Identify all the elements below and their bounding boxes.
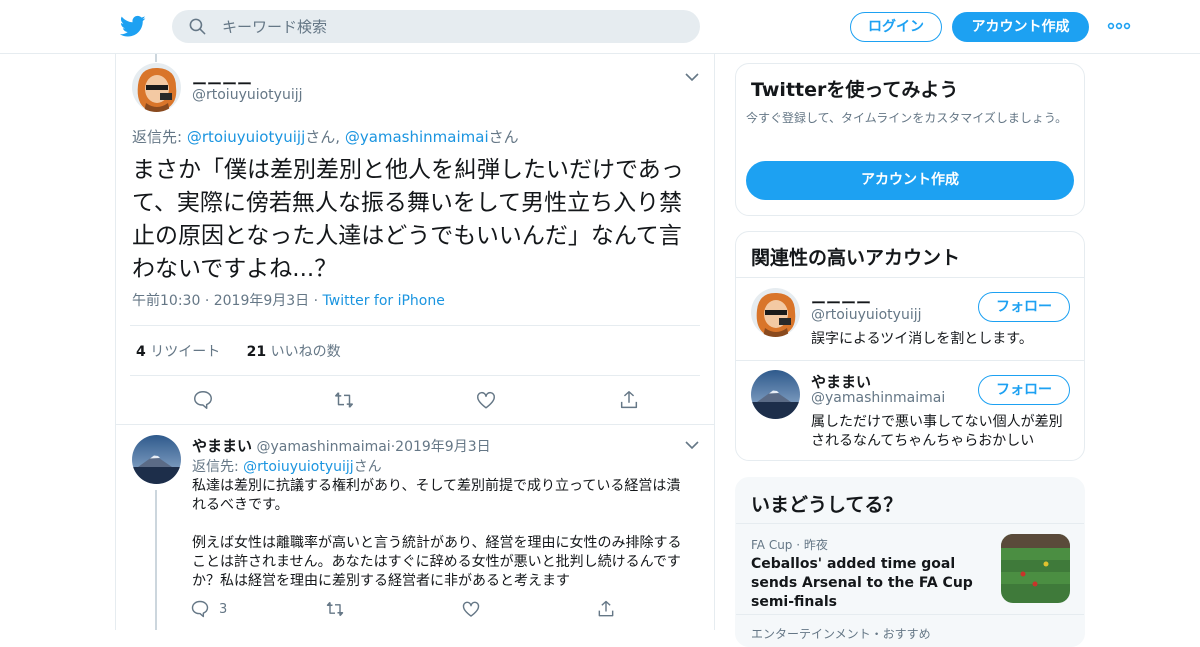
create-account-button[interactable]: アカウント作成 (746, 161, 1074, 200)
account-bio: 属しただけで悪い事してない個人が差別されるなんてちゃんちゃらおかしい (811, 414, 1063, 449)
account-handle[interactable]: @rtoiuyuiotyuijj (811, 307, 922, 323)
avatar[interactable] (132, 435, 181, 484)
reply-mention-link[interactable]: @rtoiuyuiotyuijj (187, 128, 305, 146)
trend-headline: Ceballos' added time goal sends Arsenal … (751, 556, 973, 610)
trends-card: いまどうしてる？ FA Cup · 昨夜 Ceballos' added tim… (735, 477, 1085, 647)
reply-icon[interactable] (190, 599, 210, 619)
tweet-date[interactable]: 2019年9月3日 (395, 439, 490, 455)
cartoon-character-avatar-icon (132, 63, 181, 112)
tweet-date[interactable]: 2019年9月3日 (214, 293, 309, 309)
like-label: いいねの数 (270, 344, 341, 360)
trend-category: FA Cup (751, 538, 793, 552)
trend-thumbnail (1001, 534, 1070, 603)
retweet-icon[interactable] (325, 599, 345, 619)
avatar[interactable] (751, 288, 800, 337)
divider (116, 424, 714, 425)
reply-suffix: さん (353, 459, 382, 475)
tweet-metadata: 午前10:30 · 2019年9月3日 · Twitter for iPhone (132, 290, 445, 310)
divider (130, 375, 700, 376)
like-count: 21 (246, 344, 267, 360)
user-handle[interactable]: @rtoiuyuiotyuijj (192, 87, 303, 103)
reply-mention-link[interactable]: @rtoiuyuiotyuijj (243, 459, 354, 475)
football-match-image-icon (1001, 534, 1070, 603)
try-twitter-card: Twitterを使ってみよう 今すぐ登録して、タイムラインをカスタマイズしましょ… (735, 63, 1085, 216)
account-bio: 誤字によるツイ消しを割とします。 (811, 331, 1033, 347)
main-timeline-column: ーーーー @rtoiuyuiotyuijj 返信先: @rtoiuyuiotyu… (115, 54, 715, 630)
reply-suffix: さん, (305, 128, 341, 146)
retweet-icon[interactable] (333, 389, 355, 411)
tweet-time[interactable]: 午前10:30 (132, 293, 200, 309)
retweet-label: リツイート (150, 344, 221, 360)
trend-meta: FA Cup · 昨夜 (751, 536, 828, 553)
search-input[interactable] (222, 10, 682, 43)
reply-prefix: 返信先: (132, 128, 183, 146)
divider (736, 360, 1084, 361)
mountain-landscape-avatar-icon (132, 435, 181, 484)
tweet-paragraph: 例えば女性は離職率が高いと言う統計があり、経営を理由に女性のみ排除することは許さ… (192, 535, 682, 589)
divider (130, 325, 700, 326)
share-icon[interactable] (618, 389, 640, 411)
divider (736, 614, 1084, 615)
tweet-text: まさか「僕は差別差別と他人を糾弾したいだけであって、実際に傍若無人な振る舞いをし… (132, 157, 684, 282)
reply-suffix: さん (488, 128, 519, 146)
tweet-text: 私達は差別に抗議する権利があり、そして差別前提で成り立っている経営は潰れるべきで… (192, 477, 692, 591)
account-name[interactable]: やままい (811, 371, 871, 392)
more-options-icon[interactable] (1107, 17, 1131, 35)
chevron-down-icon[interactable] (685, 72, 699, 82)
chevron-down-icon[interactable] (685, 440, 699, 450)
tweet-source-link[interactable]: Twitter for iPhone (323, 293, 445, 309)
thread-connector-line (155, 490, 157, 630)
thread-connector-line (155, 54, 157, 62)
card-subtitle: 今すぐ登録して、タイムラインをカスタマイズしましょう。 (746, 111, 1068, 125)
dot-separator: · (204, 293, 210, 309)
reply-mention-link[interactable]: @yamashinmaimai (345, 128, 489, 146)
heart-icon[interactable] (475, 389, 497, 411)
like-stat[interactable]: 21 いいねの数 (247, 344, 341, 360)
reply-context: 返信先: @rtoiuyuiotyuijjさん (192, 456, 382, 476)
trend-item[interactable]: FA Cup · 昨夜 Ceballos' added time goal se… (736, 524, 1084, 614)
twitter-bird-logo-icon[interactable] (120, 13, 146, 39)
trend-meta-partial: エンターテインメント・おすすめ (751, 627, 931, 641)
retweet-stat[interactable]: 4 リツイート (136, 344, 220, 360)
reply-count: 3 (219, 602, 228, 617)
reply-prefix: 返信先: (192, 459, 239, 475)
mountain-landscape-avatar-icon (751, 370, 800, 419)
login-button[interactable]: ログイン (850, 12, 942, 42)
reply-icon[interactable] (192, 389, 214, 411)
divider (736, 277, 1084, 278)
dot-separator: · (796, 538, 801, 552)
heart-icon[interactable] (461, 599, 481, 619)
top-navigation-bar: ログイン アカウント作成 (0, 0, 1200, 54)
search-icon (189, 18, 206, 35)
avatar[interactable] (751, 370, 800, 419)
account-handle[interactable]: @yamashinmaimai (811, 390, 945, 406)
follow-button[interactable]: フォロー (978, 292, 1070, 322)
tweet-stats: 4 リツイート 21 いいねの数 (136, 341, 341, 361)
avatar[interactable] (132, 63, 181, 112)
dot-separator: · (313, 293, 319, 309)
reply-header: やままい @yamashinmaimai·2019年9月3日 (192, 435, 491, 456)
reply-context: 返信先: @rtoiuyuiotyuijjさん, @yamashinmaimai… (132, 126, 519, 147)
display-name[interactable]: やままい (192, 437, 252, 455)
trend-time: 昨夜 (803, 538, 828, 552)
follow-button[interactable]: フォロー (978, 375, 1070, 405)
share-icon[interactable] (596, 599, 616, 619)
tweet-paragraph: 私達は差別に抗議する権利があり、そして差別前提で成り立っている経営は潰れるべきで… (192, 478, 681, 513)
card-title: いまどうしてる？ (751, 494, 903, 516)
user-handle[interactable]: @yamashinmaimai (256, 439, 390, 455)
card-title: 関連性の高いアカウント (751, 247, 961, 269)
search-bar[interactable] (172, 10, 700, 43)
card-title: Twitterを使ってみよう (751, 79, 959, 101)
retweet-count: 4 (136, 344, 146, 360)
signup-button[interactable]: アカウント作成 (952, 12, 1089, 42)
cartoon-character-avatar-icon (751, 288, 800, 337)
related-accounts-card: 関連性の高いアカウント ーーーー @rtoiuyuiotyuijj フォロー 誤… (735, 231, 1085, 461)
